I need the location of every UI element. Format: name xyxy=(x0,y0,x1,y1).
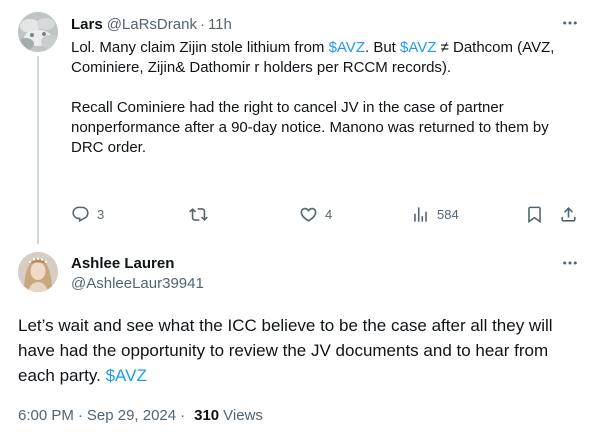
heart-icon xyxy=(300,207,317,222)
reply-tweet[interactable]: Lars @LaRsDrank · 11h Lol. Many claim Zi… xyxy=(0,0,598,244)
post-time[interactable]: 11h xyxy=(208,16,232,33)
separator-dot: · xyxy=(199,15,205,33)
author-handle[interactable]: @AshleeLaur39941 xyxy=(71,275,204,292)
avatar[interactable] xyxy=(18,252,58,292)
bookmark-icon xyxy=(528,206,541,223)
more-options-button[interactable] xyxy=(560,13,580,33)
separator-dot: · xyxy=(180,407,186,424)
text-segment: Lol. Many claim Zijin stole lithium from xyxy=(71,39,329,56)
view-count: 584 xyxy=(437,206,459,222)
tweet-thread: Lars @LaRsDrank · 11h Lol. Many claim Zi… xyxy=(0,0,598,444)
more-horizontal-icon xyxy=(563,21,577,25)
like-count: 4 xyxy=(325,206,333,222)
share-button[interactable] xyxy=(559,203,578,225)
cashtag-link[interactable]: $AVZ xyxy=(329,39,365,56)
repost-icon xyxy=(189,207,208,221)
share-icon xyxy=(561,206,576,222)
main-tweet[interactable]: Ashlee Lauren @AshleeLaur39941 Let’s wai… xyxy=(0,240,598,444)
reply-button[interactable]: 3 xyxy=(71,203,104,225)
reply-icon xyxy=(72,206,89,222)
cashtag-link[interactable]: $AVZ xyxy=(106,366,147,385)
reply-paragraph-2: Recall Cominiere had the right to cancel… xyxy=(71,99,549,156)
post-time[interactable]: 6:00 PM xyxy=(18,407,74,424)
tweet-metadata: 6:00 PM · Sep 29, 2024 · 310 Views xyxy=(18,407,263,424)
author-handle[interactable]: @LaRsDrank xyxy=(107,16,197,33)
reply-count: 3 xyxy=(97,206,105,222)
avatar[interactable] xyxy=(18,12,58,52)
thread-connector-line xyxy=(37,56,39,244)
views-count: 310 xyxy=(194,407,220,424)
reply-header: Lars @LaRsDrank · 11h xyxy=(71,14,232,34)
like-button[interactable]: 4 xyxy=(299,203,332,225)
tweet-text: Let’s wait and see what the ICC believe … xyxy=(18,313,583,388)
views-label: Views xyxy=(223,407,263,424)
author-name[interactable]: Lars xyxy=(71,16,103,33)
more-options-button[interactable] xyxy=(560,253,580,273)
reply-paragraph-1: Lol. Many claim Zijin stole lithium from… xyxy=(71,38,581,78)
repost-button[interactable] xyxy=(189,203,215,225)
bar-chart-icon xyxy=(414,206,427,222)
separator-dot: · xyxy=(77,407,83,424)
action-bar: 3 4 584 xyxy=(71,203,583,225)
reply-text: Lol. Many claim Zijin stole lithium from… xyxy=(71,38,581,158)
views-button[interactable]: 584 xyxy=(411,203,459,225)
cashtag-link[interactable]: $AVZ xyxy=(400,39,436,56)
post-date[interactable]: Sep 29, 2024 xyxy=(87,407,176,424)
bookmark-button[interactable] xyxy=(525,203,544,225)
text-segment: . But xyxy=(364,39,401,56)
author-name[interactable]: Ashlee Lauren xyxy=(71,255,174,272)
more-horizontal-icon xyxy=(563,261,577,265)
text-segment: Let’s wait and see what the ICC believe … xyxy=(18,316,553,385)
